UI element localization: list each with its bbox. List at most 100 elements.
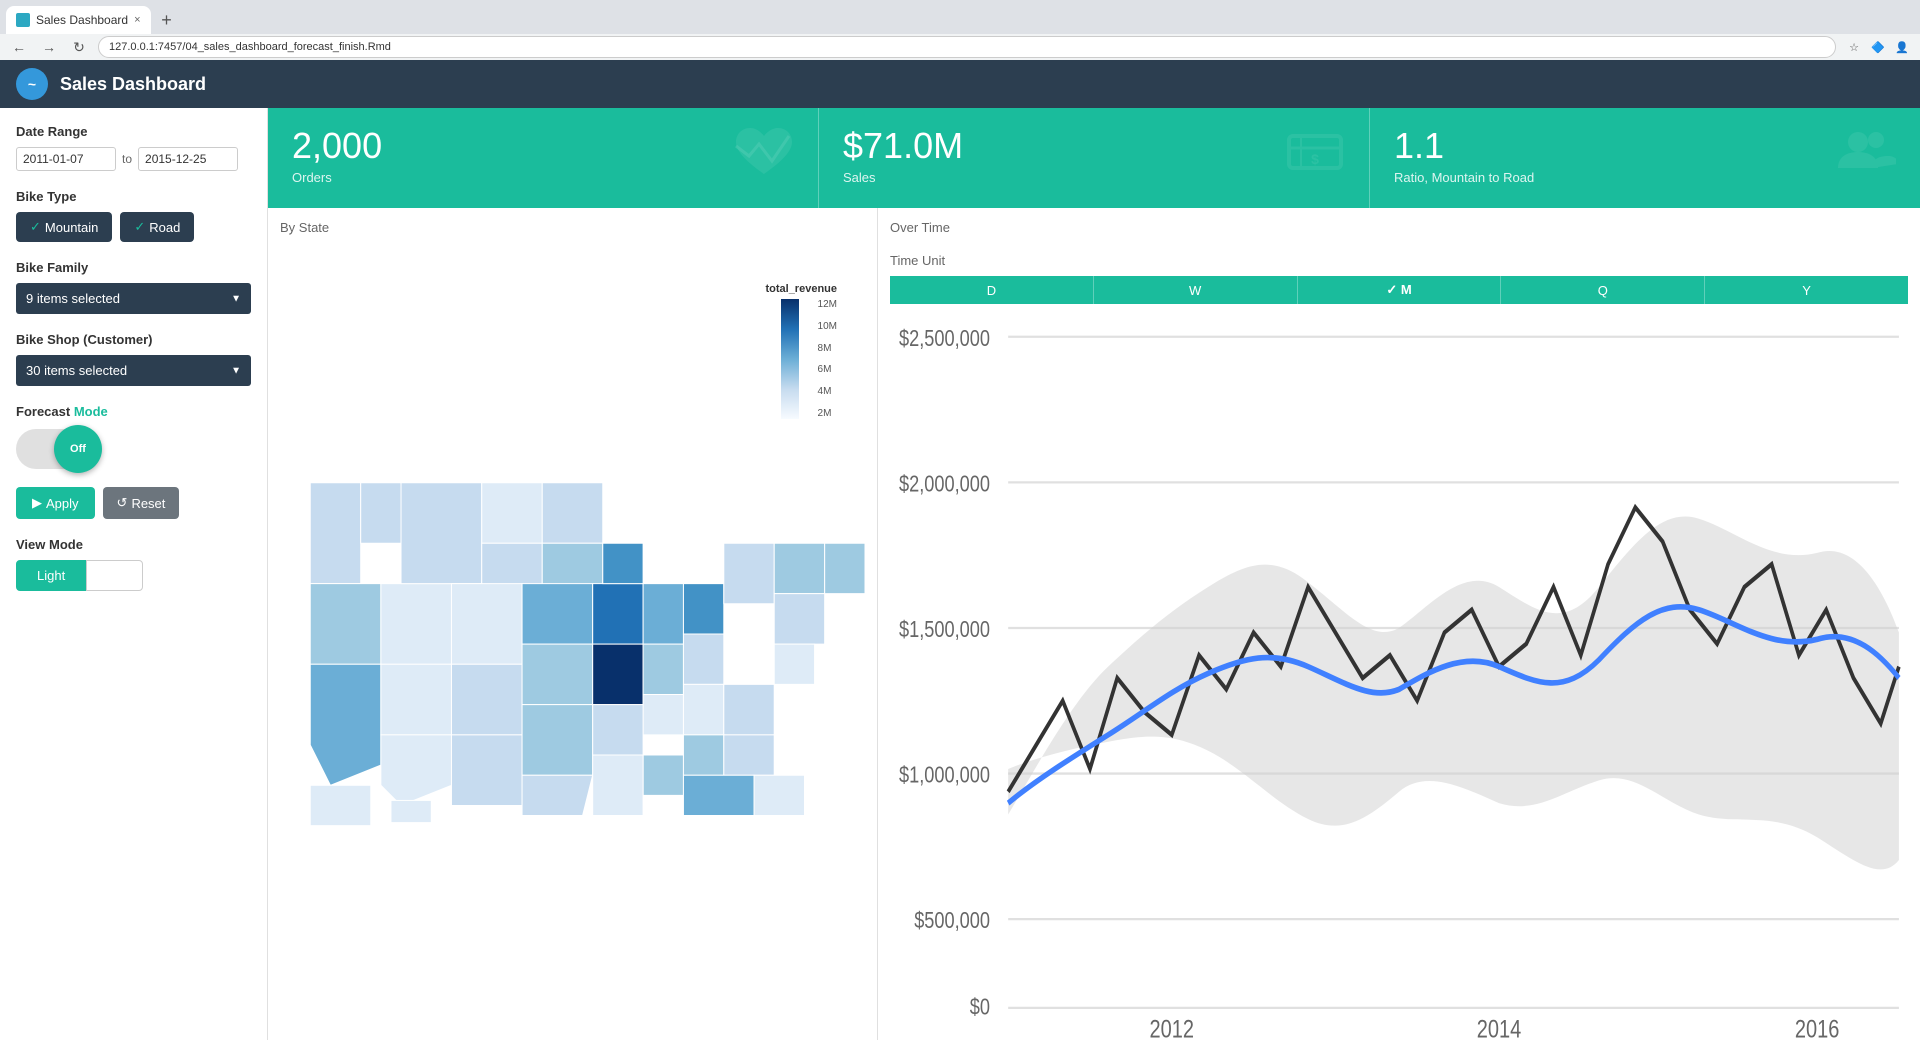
time-btn-Q[interactable]: Q <box>1500 276 1704 304</box>
kpi-sales-text: $71.0M Sales <box>843 126 963 185</box>
active-tab[interactable]: Sales Dashboard × <box>6 6 151 34</box>
play-icon: ▶ <box>32 495 42 511</box>
extension-icon[interactable]: 🔷 <box>1868 37 1888 57</box>
y-label-0: $0 <box>970 995 990 1020</box>
map-panel-title: By State <box>280 220 865 235</box>
road-label: Road <box>149 220 180 235</box>
y-label-2500k: $2,500,000 <box>899 326 990 351</box>
time-unit-buttons: D W ✓ M Q Y <box>890 276 1908 304</box>
time-btn-D[interactable]: D <box>890 276 1093 304</box>
main-area: Date Range to Bike Type ✓ Mountain ✓ <box>0 108 1920 1040</box>
date-to-separator: to <box>122 152 132 166</box>
address-bar: ← → ↻ 127.0.0.1:7457/04_sales_dashboard_… <box>0 34 1920 60</box>
view-light-button[interactable]: Light <box>16 560 86 591</box>
kpi-ratio-text: 1.1 Ratio, Mountain to Road <box>1394 126 1534 185</box>
time-btn-Y[interactable]: Y <box>1704 276 1908 304</box>
state-wa <box>310 483 360 584</box>
state-ms <box>643 755 683 795</box>
state-co <box>451 664 522 735</box>
new-tab-button[interactable]: + <box>153 6 181 34</box>
y-label-1000k: $1,000,000 <box>899 763 990 788</box>
state-sc <box>724 735 774 775</box>
bike-type-label: Bike Type <box>16 189 251 204</box>
bike-type-road-button[interactable]: ✓ Road <box>120 212 194 242</box>
map-legend: total_revenue 12M 10M 8M 6M 4M 2M <box>757 275 845 431</box>
legend-8m: 8M <box>818 343 837 354</box>
legend-6m: 6M <box>818 364 837 375</box>
y-label-2000k: $2,000,000 <box>899 472 990 497</box>
time-btn-W[interactable]: W <box>1093 276 1297 304</box>
legend-title: total_revenue <box>765 283 837 295</box>
state-nj <box>774 594 824 644</box>
state-mt <box>401 483 482 584</box>
kpi-orders-label: Orders <box>292 170 382 185</box>
state-pa <box>724 543 774 604</box>
kpi-orders-value: 2,000 <box>292 126 382 166</box>
apply-button[interactable]: ▶ Apply <box>16 487 95 519</box>
date-from-input[interactable] <box>16 147 116 171</box>
state-ne-east <box>825 543 865 593</box>
toggle-thumb[interactable]: Off <box>54 425 102 473</box>
tab-close-button[interactable]: × <box>134 14 140 26</box>
state-fl <box>754 775 804 815</box>
kpi-ratio-label: Ratio, Mountain to Road <box>1394 170 1534 185</box>
refresh-button[interactable]: ↻ <box>68 36 90 58</box>
state-ut <box>381 664 452 735</box>
legend-labels: 12M 10M 8M 6M 4M 2M <box>818 299 837 419</box>
reset-label: Reset <box>131 496 165 511</box>
kpi-orders-text: 2,000 Orders <box>292 126 382 185</box>
over-time-label: Over Time <box>890 220 1908 235</box>
state-ne <box>522 584 593 645</box>
tab-bar: Sales Dashboard × + <box>0 0 1920 34</box>
state-tx <box>522 775 593 815</box>
time-btn-M[interactable]: ✓ M <box>1297 276 1501 304</box>
date-to-input[interactable] <box>138 147 238 171</box>
profile-icon[interactable]: 👤 <box>1892 37 1912 57</box>
url-input[interactable]: 127.0.0.1:7457/04_sales_dashboard_foreca… <box>98 36 1836 58</box>
state-mo <box>593 644 643 705</box>
state-ia <box>593 584 643 645</box>
back-button[interactable]: ← <box>8 36 30 58</box>
forecast-mode-section: Forecast Mode Off <box>16 404 251 469</box>
forecast-toggle[interactable]: Off <box>16 429 96 469</box>
kpi-row: 2,000 Orders $71.0M Sales <box>268 108 1920 208</box>
tab-favicon <box>16 13 30 27</box>
reset-icon: ↺ <box>117 495 128 511</box>
state-ky <box>643 695 683 735</box>
app-header: ~ Sales Dashboard <box>0 60 1920 108</box>
time-chart-svg: $2,500,000 $2,000,000 $1,500,000 $1,000,… <box>890 314 1908 1040</box>
svg-text:$: $ <box>1311 151 1319 167</box>
date-range-row: to <box>16 147 251 171</box>
time-panel: Over Time Time Unit D W ✓ M Q Y <box>878 208 1920 1040</box>
bike-shop-select-wrapper: 30 items selected <box>16 355 251 386</box>
view-mode-section: View Mode Light <box>16 537 251 591</box>
view-dark-button[interactable] <box>86 560 142 591</box>
bike-family-select[interactable]: 9 items selected <box>16 283 251 314</box>
toggle-track: Off <box>16 429 96 469</box>
tab-title: Sales Dashboard <box>36 13 128 27</box>
bike-shop-select[interactable]: 30 items selected <box>16 355 251 386</box>
mountain-label: Mountain <box>45 220 98 235</box>
reset-button[interactable]: ↺ Reset <box>103 487 180 519</box>
bike-type-mountain-button[interactable]: ✓ Mountain <box>16 212 112 242</box>
forecast-mode-text: Mode <box>74 404 108 419</box>
time-unit-label: Time Unit <box>890 253 1908 268</box>
state-hi <box>391 800 431 822</box>
forward-button[interactable]: → <box>38 36 60 58</box>
map-panel: By State <box>268 208 878 1040</box>
bike-family-section: Bike Family 9 items selected <box>16 260 251 314</box>
bookmark-icon[interactable]: ☆ <box>1844 37 1864 57</box>
state-wy <box>451 584 522 665</box>
state-ok <box>522 705 593 776</box>
legend-max: 12M <box>818 299 837 310</box>
state-va <box>724 684 774 734</box>
date-range-section: Date Range to <box>16 124 251 171</box>
state-ga <box>683 775 754 815</box>
x-label-2014: 2014 <box>1477 1014 1521 1040</box>
content-area: 2,000 Orders $71.0M Sales <box>268 108 1920 1040</box>
road-check-icon: ✓ <box>134 219 145 235</box>
state-il <box>643 584 683 645</box>
state-ks <box>522 644 593 705</box>
page-title: Sales Dashboard <box>60 74 206 95</box>
state-ar <box>593 705 643 755</box>
